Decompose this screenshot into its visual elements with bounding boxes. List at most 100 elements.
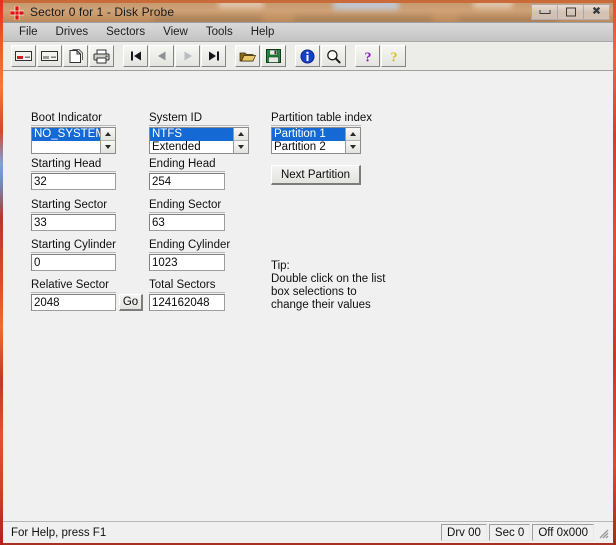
context-help-button[interactable]: ? — [381, 45, 406, 67]
tip-heading: Tip: — [271, 260, 290, 272]
system-id-label: System ID — [149, 112, 249, 126]
boot-indicator-option[interactable] — [32, 141, 100, 153]
ending-head-label: Ending Head — [149, 158, 225, 172]
menu-file[interactable]: File — [10, 24, 47, 40]
status-bar: For Help, press F1 Drv 00 Sec 0 Off 0x00… — [3, 521, 613, 543]
starting-sector-input[interactable] — [31, 214, 116, 231]
ending-cylinder-label: Ending Cylinder — [149, 239, 231, 253]
system-id-field: System ID NTFS Extended — [149, 112, 249, 154]
toolbar-group-help: ? ? — [355, 45, 407, 67]
boot-indicator-option-selected[interactable]: NO_SYSTEM — [32, 128, 100, 141]
chevron-up-icon — [238, 132, 244, 136]
system-id-listbox[interactable]: NTFS Extended — [149, 127, 249, 154]
tip-text-block: Tip: Double click on the list box select… — [271, 260, 385, 312]
open-file-button[interactable] — [235, 45, 260, 67]
ending-sector-input[interactable] — [149, 214, 225, 231]
desktop-blur-artifact — [473, 3, 513, 8]
starting-head-input[interactable] — [31, 173, 116, 190]
ending-sector-field: Ending Sector — [149, 199, 225, 231]
minimize-button[interactable] — [531, 4, 558, 20]
find-button[interactable] — [321, 45, 346, 67]
desktop-blur-artifact — [333, 3, 399, 10]
menu-help[interactable]: Help — [242, 24, 284, 40]
print-button[interactable] — [89, 45, 114, 67]
previous-sector-button[interactable] — [149, 45, 174, 67]
ending-cylinder-input[interactable] — [149, 254, 225, 271]
system-id-option[interactable]: Extended — [150, 141, 233, 153]
drive-panel: Drv 00 — [441, 524, 487, 541]
status-help-text: For Help, press F1 — [11, 526, 107, 539]
tip-line-2: box selections to — [271, 286, 357, 298]
partition-table-index-label: Partition table index — [271, 112, 373, 126]
next-partition-button[interactable]: Next Partition — [271, 165, 361, 185]
tip-line-3: change their values — [271, 299, 371, 311]
menu-view[interactable]: View — [154, 24, 197, 40]
relative-sector-input[interactable] — [31, 294, 116, 311]
maximize-button[interactable] — [557, 4, 584, 20]
partition-index-scroll-down-button[interactable] — [346, 141, 360, 153]
window-title: Sector 0 for 1 - Disk Probe — [30, 5, 175, 19]
starting-cylinder-field: Starting Cylinder — [31, 239, 116, 271]
info-button[interactable] — [295, 45, 320, 67]
system-id-scroll-up-button[interactable] — [234, 128, 248, 141]
total-sectors-input[interactable] — [149, 294, 225, 311]
save-button[interactable] — [261, 45, 286, 67]
client-area: File Drives Sectors View Tools Help ? ? … — [3, 22, 613, 543]
partition-table-form: Boot Indicator NO_SYSTEM System ID NTFS … — [3, 70, 613, 510]
system-id-scroll-down-button[interactable] — [234, 141, 248, 153]
chevron-up-icon — [105, 132, 111, 136]
toolbar-group-drives — [11, 45, 115, 67]
close-icon: ✖ — [591, 5, 602, 18]
menu-drives[interactable]: Drives — [47, 24, 98, 40]
chevron-down-icon — [105, 145, 111, 149]
starting-sector-label: Starting Sector — [31, 199, 116, 213]
last-sector-button[interactable] — [201, 45, 226, 67]
menu-sectors[interactable]: Sectors — [97, 24, 154, 40]
offset-panel: Off 0x000 — [532, 524, 594, 541]
boot-indicator-scroll-buttons — [100, 128, 115, 153]
chevron-up-icon — [350, 132, 356, 136]
boot-indicator-label: Boot Indicator — [31, 112, 116, 126]
open-logical-drive-button[interactable] — [37, 45, 62, 67]
svg-text:?: ? — [364, 50, 371, 64]
toolbar-group-navigation — [123, 45, 227, 67]
starting-sector-field: Starting Sector — [31, 199, 116, 231]
partition-table-index-field: Partition table index Partition 1 Partit… — [271, 112, 373, 154]
partition-index-option-selected[interactable]: Partition 1 — [272, 128, 345, 141]
ending-cylinder-field: Ending Cylinder — [149, 239, 231, 271]
next-sector-button[interactable] — [175, 45, 200, 67]
resize-grip[interactable] — [596, 526, 610, 540]
first-sector-button[interactable] — [123, 45, 148, 67]
total-sectors-field: Total Sectors — [149, 279, 225, 311]
svg-text:?: ? — [390, 50, 397, 64]
maximize-icon — [565, 7, 576, 17]
new-document-button[interactable] — [63, 45, 88, 67]
disk-probe-red-cross-icon — [9, 5, 25, 21]
relative-sector-field: Relative Sector — [31, 279, 116, 311]
menu-bar: File Drives Sectors View Tools Help — [3, 23, 613, 42]
partition-index-scroll-up-button[interactable] — [346, 128, 360, 141]
minimize-icon — [539, 10, 550, 14]
boot-indicator-scroll-down-button[interactable] — [101, 141, 115, 153]
boot-indicator-scroll-up-button[interactable] — [101, 128, 115, 141]
help-button[interactable]: ? — [355, 45, 380, 67]
system-id-option-selected[interactable]: NTFS — [150, 128, 233, 141]
toolbar-group-file — [235, 45, 287, 67]
partition-index-option[interactable]: Partition 2 — [272, 141, 345, 153]
partition-table-index-listbox[interactable]: Partition 1 Partition 2 — [271, 127, 361, 154]
window-controls: ✖ — [531, 4, 610, 20]
menu-tools[interactable]: Tools — [197, 24, 242, 40]
total-sectors-label: Total Sectors — [149, 279, 225, 293]
chevron-down-icon — [238, 145, 244, 149]
go-button[interactable]: Go — [119, 294, 143, 311]
tip-line-1: Double click on the list — [271, 273, 386, 285]
starting-cylinder-input[interactable] — [31, 254, 116, 271]
partition-index-scroll-buttons — [345, 128, 360, 153]
boot-indicator-listbox[interactable]: NO_SYSTEM — [31, 127, 116, 154]
open-physical-drive-button[interactable] — [11, 45, 36, 67]
close-button[interactable]: ✖ — [583, 4, 610, 20]
chevron-down-icon — [350, 145, 356, 149]
ending-head-input[interactable] — [149, 173, 225, 190]
sector-panel: Sec 0 — [488, 524, 531, 541]
title-bar[interactable]: Sector 0 for 1 - Disk Probe ✖ — [3, 3, 613, 22]
